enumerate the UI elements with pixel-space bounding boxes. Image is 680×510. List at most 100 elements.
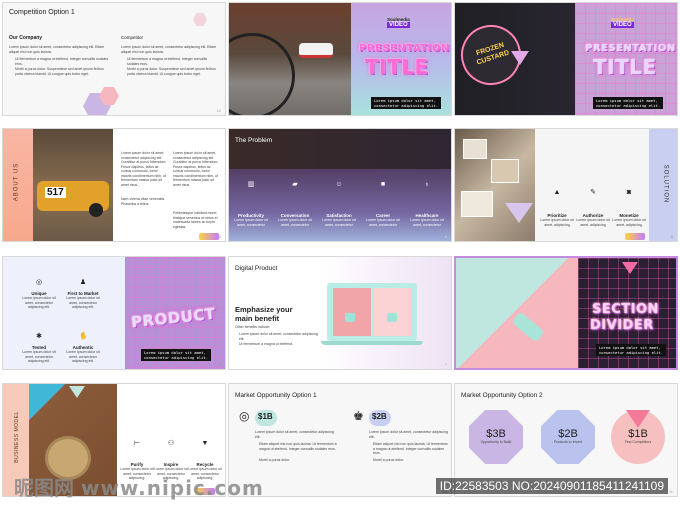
sign-text: FROZEN CUSTARD [475,41,511,67]
logo: Soulmedia VIDEO [611,17,634,28]
value-left: $1B [258,412,273,421]
logo-line-2: VIDEO [387,22,410,28]
group-icon: ⚇ [167,440,175,447]
about-column-1: Lorem ipsum dolor sit amet, consectetur … [121,151,167,187]
hat-icon [45,436,91,480]
opportunity-value: $3B [486,428,506,440]
triangle-decoration [626,410,650,428]
thumbs-up-icon: ✋ [79,333,88,340]
slide-title: Digital Product [235,265,278,272]
stethoscope-icon: ♁ [424,181,430,188]
problem-item-productivity: ▥ Productivity Lorem ipsum dolor sit ame… [231,173,271,227]
slide-the-problem[interactable]: The Problem ▥ Productivity Lorem ipsum d… [228,128,452,242]
smile-icon: ☺ [335,181,343,188]
car-number: 517 [45,187,66,198]
pen-icon: ✎ [590,189,596,196]
triangle-decoration [505,203,533,223]
solution-item-prioritize: ▲ Prioritize Lorem ipsum dolor sit amet,… [537,181,577,227]
about-column-2: Lorem ipsum dolor sit amet, consectetur … [173,151,219,187]
page-number: 11 [668,489,673,494]
feature-text: Lorem ipsum dolor sit amet, consectetur … [66,350,100,363]
left-bullet-2: Morbi a purus dolor. [259,458,290,462]
bag-icon [345,313,355,322]
shoe-icon [299,43,333,58]
slide-title-frozen-custard[interactable]: FROZEN CUSTARD Soulmedia VIDEO PRESENTAT… [454,2,678,116]
slide-title: Market Opportunity Option 1 [235,392,317,399]
slide-title-bike[interactable]: Soulmedia VIDEO PRESENTATION TITLE Lorem… [228,2,452,116]
page-number: 9 [218,489,221,494]
heading-line-1: Emphasize your [235,305,293,314]
chess-king-icon: ♚ [353,409,364,423]
slide-about-us[interactable]: ABOUT US 517 Lorem ipsum dolor sit amet,… [2,128,226,242]
slide-business-model[interactable]: BUSINESS MODEL ⊢ Purify Lorem ipsum dolo… [2,383,226,497]
problem-text: Lorem ipsum dolor sit amet, consectetur [366,218,400,227]
slide-product[interactable]: ◎ Unique Lorem ipsum dolor sit amet, con… [2,256,226,370]
sub-text: Other benefits include: [235,325,271,329]
model-text: Lorem ipsum dolor sit amet, consectetur … [188,467,222,480]
page-number: 7 [444,362,447,367]
bin-icon: ▼ [201,440,209,447]
slide-title: Market Opportunity Option 2 [461,392,543,399]
slide-solution[interactable]: SOLUTION ▲ Prioritize Lorem ipsum dolor … [454,128,678,242]
problem-text: Lorem ipsum dolor sit amet, consectetur [278,218,312,227]
wheel-icon [89,203,103,217]
caption-box: Lorem ipsum dolor sit amet, consectetur … [596,344,667,356]
opportunity-label: Few Competitors [624,440,652,444]
pool-photo [29,384,117,496]
problem-item-healthcare: ♁ Healthcare Lorem ipsum dolor sit amet,… [407,173,447,227]
money-icon: ◙ [626,189,632,196]
slide-market-opportunity-1[interactable]: Market Opportunity Option 1 ◎ $1B Lorem … [228,383,452,497]
neon-title-line-1: PRESENTATION [585,43,676,54]
photo-wall [455,129,535,241]
opportunity-item-2b: $2B Products to Invent [548,428,588,445]
right-heading: Competitor [121,35,144,40]
slide-competition-option-1[interactable]: Competition Option 1 Our Company Lorem i… [2,2,226,116]
slide-market-opportunity-2[interactable]: Market Opportunity Option 2 $3B Opportun… [454,383,678,497]
pyramid-icon: ▲ [553,189,561,196]
right-bullet-1: Etiam aliquet nisi non quis lacinia. Ut … [373,442,448,455]
faucet-icon: ⊢ [133,440,141,447]
caption-line-2: consectetur adipiscing elit. [144,355,209,360]
caption-box: Lorem ipsum dolor sit amet, consectetur … [371,97,442,109]
model-item-recycle: ▼ Recycle Lorem ipsum dolor sit amet, co… [185,432,225,481]
bag-icon [387,313,397,322]
page-number: 6 [218,362,221,367]
logo-badge [199,233,219,240]
neon-title-line-2: TITLE [593,55,657,79]
briefcase-icon: ■ [380,181,386,188]
hexagon-decoration-top [193,13,207,26]
feature-item-tested: ✱ Tested Lorem ipsum dolor sit amet, con… [19,325,59,364]
feature-item-unique: ◎ Unique Lorem ipsum dolor sit amet, con… [19,271,59,310]
laptop-screen-left [333,288,371,336]
chart-icon: ▥ [247,181,255,188]
caption-line-2: consectetur adipiscing elit. [599,350,664,355]
solution-item-monetize: ◙ Monetize Lorem ipsum dolor sit amet, a… [609,181,649,227]
target-icon: ◎ [35,279,43,286]
heading-line-2: main benefit [235,314,280,323]
left-bullet-1: Etiam aliquet nisi non quis lacinia. Ut … [259,442,337,451]
triangle-decoration [69,386,85,398]
chat-icon: ▰ [292,181,298,188]
feature-text: Lorem ipsum dolor sit amet, consectetur … [22,350,56,363]
right-bullet-2: Morbi a purus dolor. Suspendisse sed ame… [127,67,216,76]
neon-title-line-2: TITLE [365,55,429,79]
feature-item-authentic: ✋ Authentic Lorem ipsum dolor sit amet, … [63,325,103,364]
solution-text: Lorem ipsum dolor sit amet, adipiscing [612,218,646,227]
problem-item-career: ■ Career Lorem ipsum dolor sit amet, con… [363,173,403,227]
opportunity-value: $1B [628,428,648,440]
slide-digital-product[interactable]: Digital Product Emphasize your main bene… [228,256,452,370]
bullet-1: Lorem ipsum dolor sit amet, consectetur … [239,332,318,341]
logo-badge [625,233,645,240]
neon-title-line-2: DIVIDER [590,318,654,333]
wheel-icon [229,33,295,115]
left-heading: Our Company [9,35,43,41]
value-right: $2B [372,412,387,421]
slide-title: The Problem [235,137,273,144]
slide-section-divider[interactable]: SECTION DIVIDER Lorem ipsum dolor sit am… [454,256,678,370]
vertical-title: ABOUT US [13,162,20,202]
caption-box: Lorem ipsum dolor sit amet, consectetur … [141,349,212,361]
page-number: 4 [444,234,447,239]
feature-item-first-to-market: ♟ First to Market Lorem ipsum dolor sit … [63,271,103,310]
solution-item-authorize: ✎ Authorize Lorem ipsum dolor sit amet, … [573,181,613,227]
opportunity-label: Opportunity to Build [480,440,512,444]
